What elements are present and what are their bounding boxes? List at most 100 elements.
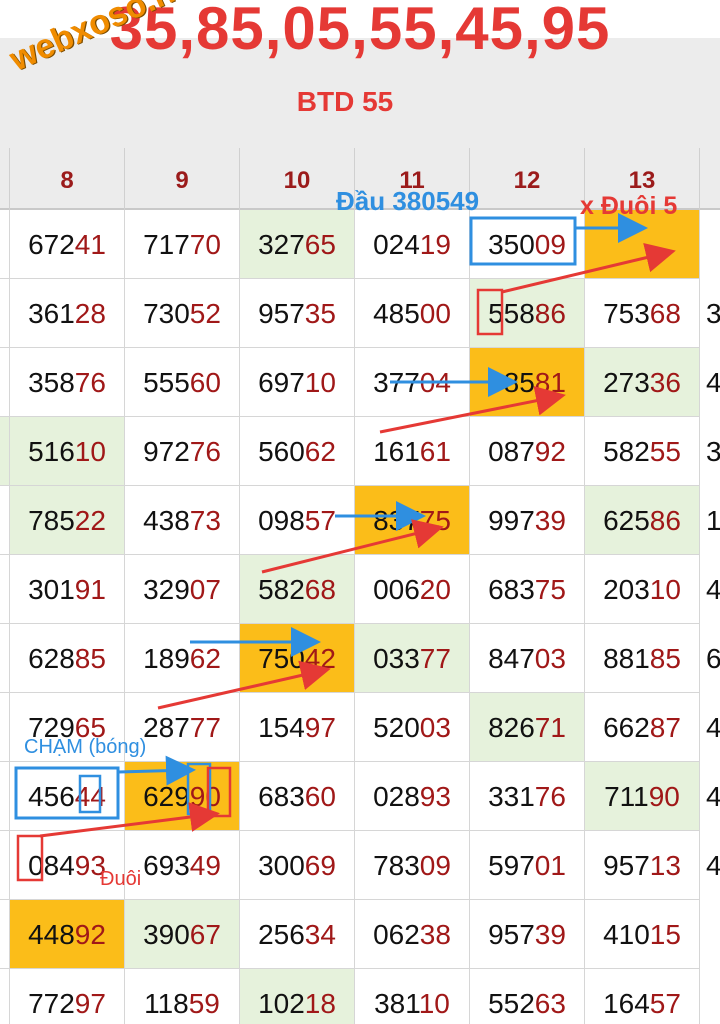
- edge-cell: [0, 348, 10, 417]
- cell-tail-digits: 85: [74, 643, 106, 674]
- cell-tail-digits: 71: [534, 712, 566, 743]
- table-cell: 88185: [585, 624, 700, 693]
- table-cell: 75042: [240, 624, 355, 693]
- table-cell: 18962: [125, 624, 240, 693]
- edge-cell: [0, 210, 10, 279]
- table-cell: 30191: [10, 555, 125, 624]
- btd-label: BTD 55: [296, 86, 394, 117]
- edge-cell: [0, 900, 10, 969]
- edge-partial-digit: 4: [706, 367, 720, 398]
- cell-head-digits: 957: [603, 850, 650, 881]
- cell-tail-digits: 04: [419, 367, 451, 398]
- table-cell: 75368: [585, 279, 700, 348]
- cell-tail-digits: 07: [189, 574, 221, 605]
- edge-cell: [0, 831, 10, 900]
- cell-tail-digits: 22: [74, 505, 106, 536]
- cell-head-digits: 161: [373, 436, 420, 467]
- table-cell: 45644: [10, 762, 125, 831]
- table-cell: 55886: [470, 279, 585, 348]
- table-cell: 48500: [355, 279, 470, 348]
- table-cell: 62885: [10, 624, 125, 693]
- cell-tail-digits: 10: [418, 988, 450, 1019]
- edge-partial-digit: 3: [706, 298, 720, 329]
- cell-tail-digits: 20: [419, 574, 451, 605]
- cell-head-digits: 558: [488, 298, 535, 329]
- cell-tail-digits: 28: [74, 298, 106, 329]
- table-cell: 11859: [125, 969, 240, 1024]
- cell-head-digits: 552: [488, 988, 535, 1019]
- cell-head-digits: 448: [28, 919, 75, 950]
- cell-tail-digits: 65: [304, 229, 336, 260]
- cell-tail-digits: 57: [649, 988, 681, 1019]
- edge-cell: [0, 555, 10, 624]
- table-cell: 83775: [355, 486, 470, 555]
- cell-head-digits: 683: [258, 781, 305, 812]
- cell-head-digits: 753: [603, 298, 650, 329]
- table-cell: 68375: [470, 555, 585, 624]
- table-cell: 36128: [10, 279, 125, 348]
- cell-head-digits: 164: [603, 988, 650, 1019]
- cell-head-digits: 957: [258, 298, 305, 329]
- table-cell: 58268: [240, 555, 355, 624]
- cell-head-digits: 785: [28, 505, 75, 536]
- table-cell: 37704: [355, 348, 470, 417]
- cell-tail-digits: 19: [419, 229, 451, 260]
- table-cell: 27336: [585, 348, 700, 417]
- duoi5-annotation: x Đuôi 5: [580, 192, 678, 220]
- table-cell: 95713: [585, 831, 700, 900]
- table-cell: 71190: [585, 762, 700, 831]
- cell-head-digits: 985: [488, 367, 535, 398]
- cell-head-digits: 456: [28, 781, 75, 812]
- cell-tail-digits: 92: [74, 919, 106, 950]
- cell-tail-digits: 85: [649, 643, 681, 674]
- edge-partial-digit: 6: [706, 643, 720, 674]
- cell-tail-digits: 44: [74, 781, 106, 812]
- cell-head-digits: 717: [143, 229, 190, 260]
- cell-head-digits: 837: [373, 505, 420, 536]
- cell-head-digits: 098: [258, 505, 305, 536]
- cell-tail-digits: 77: [189, 712, 221, 743]
- table-cell: 33176: [470, 762, 585, 831]
- column-header: 8: [10, 148, 125, 210]
- cell-tail-digits: 68: [304, 574, 336, 605]
- cell-tail-digits: 36: [649, 367, 681, 398]
- cell-head-digits: 672: [28, 229, 75, 260]
- cell-head-digits: 358: [28, 367, 75, 398]
- table-cell: 71770: [125, 210, 240, 279]
- cell-tail-digits: 10: [74, 436, 106, 467]
- cell-tail-digits: 67: [189, 919, 221, 950]
- table-cell: 00620: [355, 555, 470, 624]
- table-cell: 58255: [585, 417, 700, 486]
- cell-tail-digits: 97: [304, 712, 336, 743]
- table-cell: 06238: [355, 900, 470, 969]
- cham-annotation: CHẠM (bóng): [24, 736, 147, 758]
- cell-head-digits: 203: [603, 574, 650, 605]
- table-cell: 51610: [10, 417, 125, 486]
- column-header: 9: [125, 148, 240, 210]
- table-cell: 30069: [240, 831, 355, 900]
- cell-head-digits: 697: [258, 367, 305, 398]
- cell-head-digits: 381: [374, 988, 419, 1019]
- cell-tail-digits: 90: [189, 781, 221, 812]
- cell-tail-digits: 81: [534, 367, 566, 398]
- table-cell: 78309: [355, 831, 470, 900]
- table-cell: 02419: [355, 210, 470, 279]
- cell-tail-digits: 09: [534, 229, 566, 260]
- table-cell: 78522: [10, 486, 125, 555]
- edge-cell: [0, 486, 10, 555]
- table-cell: 82671: [470, 693, 585, 762]
- table-cell: 35876: [10, 348, 125, 417]
- table-cell: 73052: [125, 279, 240, 348]
- cell-tail-digits: 42: [304, 643, 336, 674]
- cell-tail-digits: 63: [534, 988, 566, 1019]
- table-cell: 09857: [240, 486, 355, 555]
- cell-head-digits: 006: [373, 574, 420, 605]
- cell-tail-digits: 39: [534, 505, 566, 536]
- cell-tail-digits: 18: [304, 988, 336, 1019]
- cell-head-digits: 102: [258, 988, 305, 1019]
- table-cell: 97276: [125, 417, 240, 486]
- cell-tail-digits: 70: [189, 229, 221, 260]
- cell-tail-digits: 75: [419, 505, 451, 536]
- cell-tail-digits: 97: [74, 988, 106, 1019]
- cell-tail-digits: 15: [649, 919, 681, 950]
